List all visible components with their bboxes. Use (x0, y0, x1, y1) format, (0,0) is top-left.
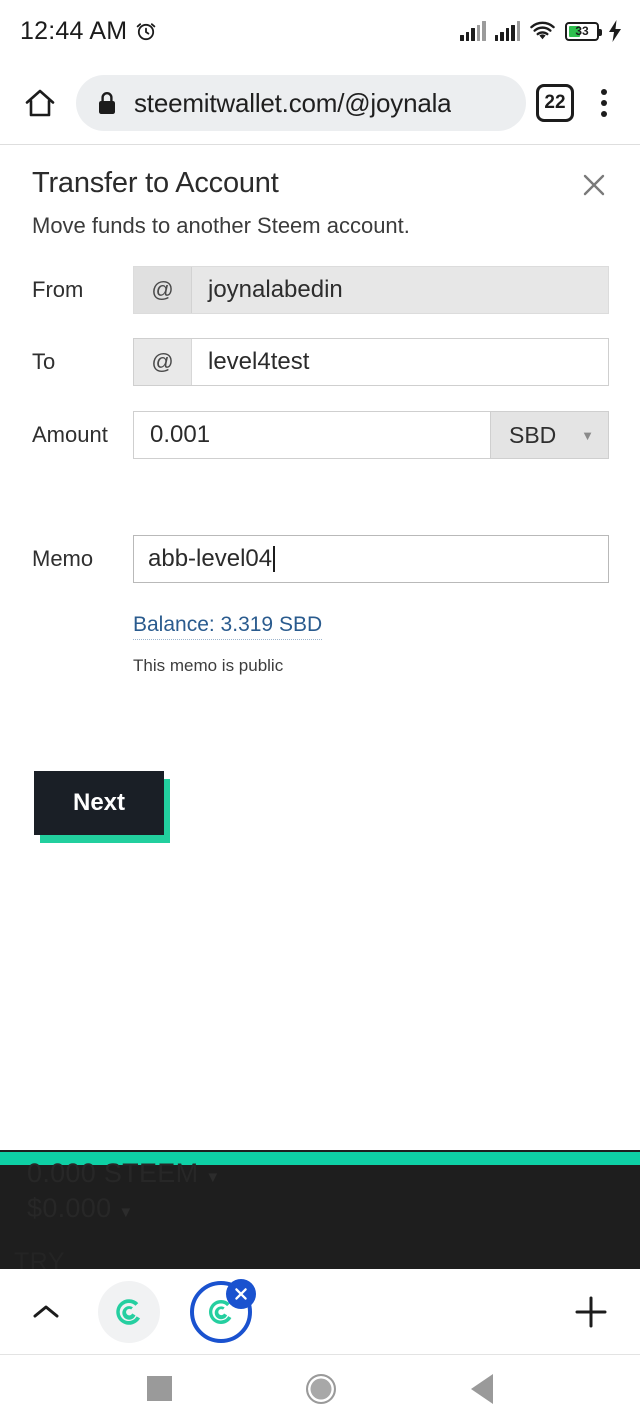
from-label: From (32, 277, 84, 302)
currency-select[interactable]: SBD ▼ (490, 412, 608, 458)
cellular-signal-icon-2 (494, 21, 520, 41)
charging-bolt-icon (608, 20, 622, 42)
home-icon[interactable] (18, 81, 62, 125)
battery-percent: 33 (575, 23, 589, 38)
next-button-wrapper: Next (34, 771, 170, 843)
browser-toolbar: steemitwallet.com/@joynala 22 (0, 62, 640, 144)
text-cursor (273, 546, 275, 572)
tab-count-button[interactable]: 22 (536, 84, 574, 122)
background-usd-amount: $0.000 ▼ (27, 1193, 134, 1223)
chevron-up-icon[interactable] (24, 1290, 68, 1334)
memo-field[interactable]: abb-level04 (133, 535, 609, 583)
triangle-back-icon[interactable] (470, 1373, 493, 1404)
from-field: @ joynalabedin (133, 266, 609, 314)
lock-icon (96, 90, 118, 116)
alarm-clock-icon (134, 19, 158, 43)
field-row-memo: Memo abb-level04 (0, 535, 640, 583)
memo-hint: This memo is public (133, 656, 284, 675)
battery-icon: 33 (565, 21, 602, 41)
caret-down-icon: ▼ (205, 1169, 221, 1186)
field-row-amount: Amount 0.001 SBD ▼ (0, 411, 640, 459)
to-label: To (32, 349, 56, 374)
currency-value: SBD (509, 421, 557, 448)
memo-label: Memo (32, 546, 94, 571)
at-prefix-icon-to: @ (134, 339, 192, 385)
amount-label: Amount (32, 422, 108, 447)
next-button[interactable]: Next (34, 771, 164, 835)
android-nav-bar (0, 1355, 640, 1422)
at-prefix-icon: @ (134, 267, 192, 313)
balance-link[interactable]: Balance: 3.319 SBD (133, 613, 323, 640)
close-icon[interactable] (576, 167, 612, 203)
status-time: 12:44 AM (20, 16, 128, 45)
status-icons: 33 (460, 20, 622, 42)
steem-logo-icon (116, 1298, 141, 1325)
memo-text: abb-level04 (148, 545, 273, 572)
background-try-label: TRY (14, 1248, 66, 1269)
circle-home-icon[interactable] (306, 1373, 337, 1404)
status-bar: 12:44 AM 33 (0, 0, 640, 62)
transfer-modal: Transfer to Account Move funds to anothe… (0, 145, 640, 1150)
wifi-icon (529, 21, 556, 42)
tab-strip (0, 1269, 640, 1355)
to-field[interactable]: @ level4test (133, 338, 609, 386)
memo-input[interactable]: abb-level04 (134, 545, 608, 573)
plus-icon[interactable] (566, 1287, 616, 1337)
phone-screen: 12:44 AM 33 steemitwallet.com/@joynala 2… (0, 0, 640, 1422)
url-text: steemitwallet.com/@joynala (134, 87, 452, 118)
url-bar[interactable]: steemitwallet.com/@joynala (76, 75, 526, 131)
modal-subtitle: Move funds to another Steem account. (32, 213, 410, 238)
close-circle-icon[interactable] (226, 1278, 256, 1309)
kebab-menu-icon[interactable] (584, 81, 624, 125)
from-value: joynalabedin (208, 276, 343, 303)
modal-title: Transfer to Account (32, 167, 279, 199)
to-input[interactable]: level4test (192, 339, 608, 385)
cellular-signal-icon (460, 21, 486, 41)
steem-tab-inactive[interactable] (98, 1280, 160, 1343)
amount-field[interactable]: 0.001 SBD ▼ (133, 411, 609, 459)
chevron-down-icon: ▼ (581, 427, 594, 443)
background-steem-amount: 0.000 STEEM ▼ (27, 1158, 221, 1188)
amount-input[interactable]: 0.001 (134, 412, 490, 458)
steem-tab-active[interactable] (190, 1278, 256, 1343)
field-row-to: To @ level4test (0, 338, 640, 386)
field-row-from: From @ joynalabedin (0, 266, 640, 314)
square-recents-icon[interactable] (147, 1376, 173, 1401)
caret-down-icon-2: ▼ (118, 1204, 134, 1221)
